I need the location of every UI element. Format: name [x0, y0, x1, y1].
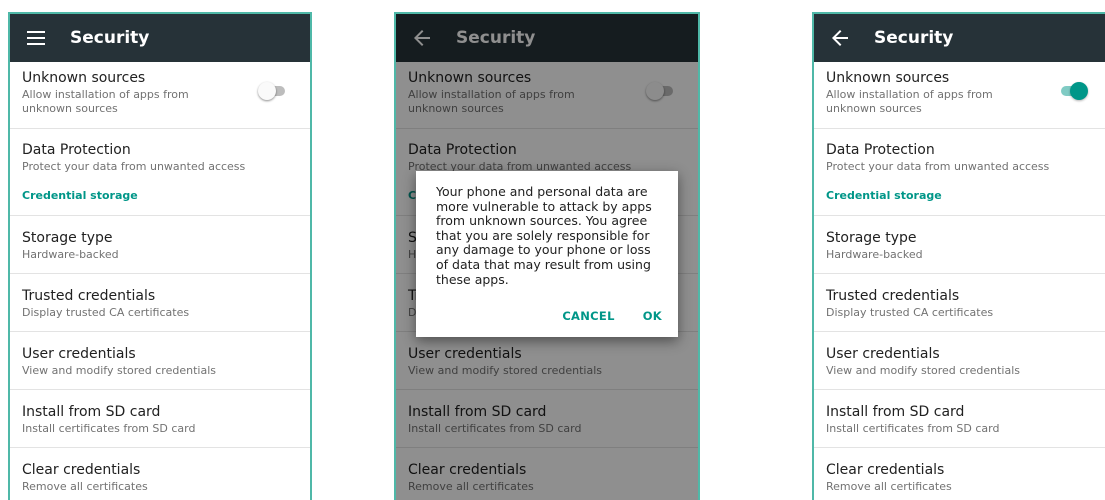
setting-storage-type[interactable]: Storage type Hardware-backed [814, 216, 1105, 274]
setting-title: Clear credentials [826, 462, 945, 478]
phone-screen-2: Security Unknown sources Allow installat… [394, 12, 700, 500]
setting-data-protection[interactable]: Data Protection Protect your data from u… [10, 129, 310, 187]
setting-title: Data Protection [22, 142, 131, 158]
setting-subtitle: Hardware-backed [826, 248, 923, 261]
setting-trusted-credentials[interactable]: Trusted credentials Display trusted CA c… [10, 274, 310, 332]
phone-screen-3: Security Unknown sources Allow installat… [812, 12, 1105, 500]
setting-subtitle: Display trusted CA certificates [22, 306, 190, 319]
page-title: Security [70, 28, 150, 48]
setting-clear-credentials[interactable]: Clear credentials Remove all certificate… [814, 448, 1105, 500]
setting-subtitle: Remove all certificates [22, 480, 148, 493]
page-title: Security [874, 28, 954, 48]
setting-trusted-credentials[interactable]: Trusted credentials Display trusted CA c… [814, 274, 1105, 332]
setting-title: Trusted credentials [826, 288, 960, 304]
unknown-sources-warning-dialog: Your phone and personal data are more vu… [416, 171, 678, 337]
setting-title: Unknown sources [22, 70, 146, 86]
setting-clear-credentials[interactable]: Clear credentials Remove all certificate… [10, 448, 310, 500]
setting-unknown-sources[interactable]: Unknown sources Allow installation of ap… [10, 62, 310, 129]
app-bar: Security [10, 14, 310, 62]
setting-subtitle: Remove all certificates [826, 480, 952, 493]
setting-title: Install from SD card [826, 404, 965, 420]
setting-data-protection[interactable]: Data Protection Protect your data from u… [814, 129, 1105, 187]
category-title: Credential storage [22, 189, 138, 202]
setting-user-credentials[interactable]: User credentials View and modify stored … [10, 332, 310, 390]
hamburger-menu-icon[interactable] [24, 26, 48, 50]
setting-subtitle: Display trusted CA certificates [826, 306, 994, 319]
setting-unknown-sources[interactable]: Unknown sources Allow installation of ap… [814, 62, 1105, 129]
phone-screen-1: Security Unknown sources Allow installat… [8, 12, 312, 500]
setting-subtitle: Protect your data from unwanted access [22, 160, 246, 173]
unknown-sources-toggle[interactable] [1058, 82, 1088, 100]
setting-install-from-sd-card[interactable]: Install from SD card Install certificate… [814, 390, 1105, 448]
setting-title: Storage type [826, 230, 917, 246]
category-header: Credential storage [814, 187, 1105, 216]
dialog-message: Your phone and personal data are more vu… [436, 184, 652, 287]
setting-subtitle: Allow installation of apps from unknown … [826, 88, 993, 115]
cancel-button[interactable]: CANCEL [562, 309, 614, 323]
setting-subtitle: Install certificates from SD card [826, 422, 1000, 435]
setting-subtitle: Hardware-backed [22, 248, 119, 261]
ok-button[interactable]: OK [643, 309, 662, 323]
category-header: Credential storage [10, 187, 310, 216]
setting-title: Storage type [22, 230, 113, 246]
unknown-sources-toggle[interactable] [258, 82, 288, 100]
arrow-back-icon[interactable] [828, 26, 852, 50]
setting-storage-type[interactable]: Storage type Hardware-backed [10, 216, 310, 274]
app-bar: Security [814, 14, 1105, 62]
setting-subtitle: View and modify stored credentials [22, 364, 216, 377]
setting-title: Data Protection [826, 142, 935, 158]
setting-title: Install from SD card [22, 404, 161, 420]
dialog-actions: CANCEL OK [562, 309, 662, 323]
setting-title: User credentials [22, 346, 136, 362]
setting-title: Clear credentials [22, 462, 141, 478]
setting-subtitle: Install certificates from SD card [22, 422, 196, 435]
category-title: Credential storage [826, 189, 942, 202]
setting-title: User credentials [826, 346, 940, 362]
setting-install-from-sd-card[interactable]: Install from SD card Install certificate… [10, 390, 310, 448]
setting-subtitle: Protect your data from unwanted access [826, 160, 1050, 173]
setting-user-credentials[interactable]: User credentials View and modify stored … [814, 332, 1105, 390]
setting-subtitle: Allow installation of apps from unknown … [22, 88, 189, 115]
setting-subtitle: View and modify stored credentials [826, 364, 1020, 377]
setting-title: Trusted credentials [22, 288, 156, 304]
